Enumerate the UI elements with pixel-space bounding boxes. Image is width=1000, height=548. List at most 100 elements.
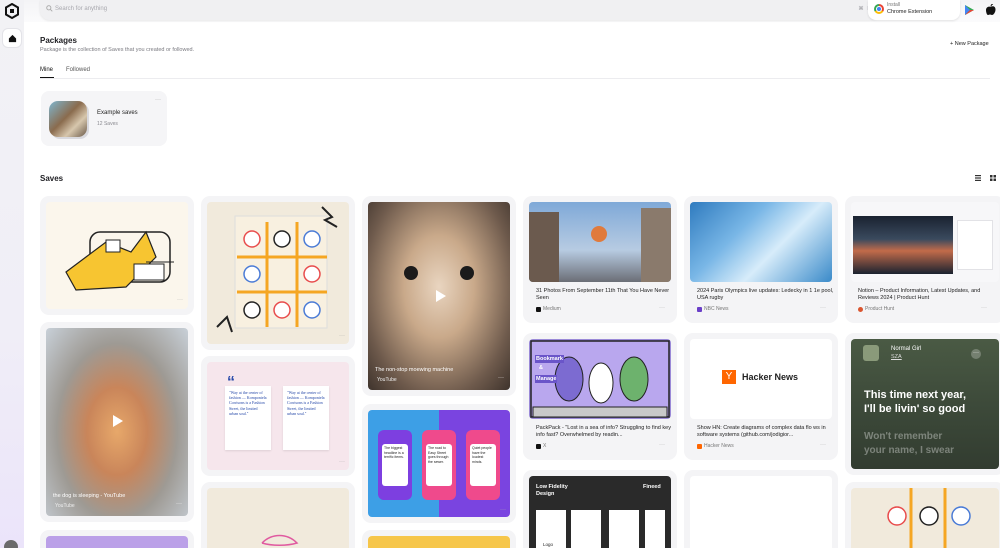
grid-view-icon[interactable] bbox=[990, 175, 996, 181]
album-art bbox=[863, 345, 879, 361]
package-card[interactable]: Example saves 12 Saves ··· bbox=[41, 91, 167, 146]
search-bar[interactable]: Search for anything ⌘ K bbox=[40, 0, 880, 20]
chrome-icon bbox=[874, 4, 884, 14]
save-card-col2-next[interactable] bbox=[201, 482, 355, 548]
save-card-doodles[interactable]: ··· bbox=[201, 196, 355, 350]
card-source-label: Medium bbox=[543, 306, 561, 312]
save-card-col3-next[interactable] bbox=[362, 530, 516, 548]
new-package-button[interactable]: + New Package bbox=[950, 41, 989, 47]
card-more-button[interactable]: ··· bbox=[820, 305, 826, 311]
card-more-button[interactable]: ··· bbox=[500, 507, 506, 513]
home-button[interactable] bbox=[3, 29, 21, 47]
play-icon[interactable] bbox=[433, 289, 447, 303]
phone-text-2: The road to Easy Street goes through the… bbox=[428, 446, 449, 464]
save-card-col5-next[interactable] bbox=[684, 470, 838, 548]
cat-eye-right bbox=[460, 266, 474, 280]
tab-followed[interactable]: Followed bbox=[66, 67, 90, 73]
packages-title: Packages bbox=[40, 36, 77, 45]
home-icon bbox=[8, 34, 16, 42]
package-count: 12 Saves bbox=[97, 121, 118, 127]
lowfi-thumbnail: Low Fidelity Design Fineed Logo bbox=[529, 476, 671, 548]
save-card-song-lyrics[interactable]: Normal Girl SZA ··· This time next year,… bbox=[845, 333, 1000, 475]
save-card-notion[interactable]: Notion – Product Information, Latest Upd… bbox=[845, 196, 1000, 323]
save-card-lowfi-design[interactable]: Low Fidelity Design Fineed Logo bbox=[523, 470, 677, 548]
user-avatar[interactable] bbox=[4, 540, 18, 548]
card-more-button[interactable]: ··· bbox=[339, 459, 345, 465]
save-card-september-11[interactable]: 31 Photos From September 11th That You H… bbox=[523, 196, 677, 323]
save-card-quotes[interactable]: “ "Way at the center of fashion — Kompon… bbox=[201, 356, 355, 476]
doodles-illustration bbox=[207, 202, 349, 344]
card-more-button[interactable]: ··· bbox=[659, 442, 665, 448]
comic-bookmark-label: Bookmark bbox=[535, 355, 564, 363]
card-source-label: Product Hunt bbox=[865, 306, 895, 312]
save-card-dog-video[interactable]: the dog is sleeping - YouTube YouTube ··… bbox=[40, 322, 194, 522]
search-icon bbox=[46, 5, 53, 12]
list-view-icon[interactable] bbox=[975, 175, 981, 181]
card-source-label: X bbox=[543, 443, 547, 449]
phone-mockup-3: Quiet people have the loudest minds. bbox=[466, 430, 500, 500]
card-more-button[interactable]: ··· bbox=[659, 305, 665, 311]
lyrics-thumbnail: Normal Girl SZA ··· This time next year,… bbox=[851, 339, 999, 469]
x-icon bbox=[536, 443, 541, 449]
hacker-news-wordmark: Hacker News bbox=[742, 372, 799, 382]
google-play-icon[interactable] bbox=[964, 4, 975, 16]
lowfi-logo-label: Logo bbox=[543, 542, 554, 547]
swimmer-thumbnail bbox=[690, 202, 832, 282]
card-more-button[interactable]: ··· bbox=[177, 297, 183, 303]
song-title: Normal Girl bbox=[891, 346, 922, 352]
card-source: X bbox=[536, 443, 546, 449]
quote-text-left: "Way at the center of fashion — Komponie… bbox=[229, 390, 267, 416]
card-more-button[interactable]: ··· bbox=[981, 305, 987, 311]
song-artist: SZA bbox=[891, 354, 902, 360]
install-extension-button[interactable]: Install Chrome Extension bbox=[868, 0, 960, 20]
card-thumbnail bbox=[207, 488, 349, 548]
save-card-col6-next[interactable] bbox=[845, 482, 1000, 548]
lyric-line-1: This time next year, bbox=[864, 389, 967, 401]
save-card-sofa-illustration[interactable]: ··· bbox=[40, 196, 194, 315]
card-source-label: NBC News bbox=[704, 306, 729, 312]
quote-text-right: "Way at the center of fashion — Komponie… bbox=[287, 390, 325, 416]
card-source: Product Hunt bbox=[858, 306, 894, 312]
quote-card-left: "Way at the center of fashion — Komponie… bbox=[225, 386, 271, 450]
extension-line1: Install bbox=[887, 2, 901, 8]
play-icon[interactable] bbox=[110, 414, 124, 428]
package-more-button[interactable]: ··· bbox=[155, 97, 161, 103]
card-source-label: Hacker News bbox=[704, 443, 734, 449]
card-source-label: YouTube bbox=[55, 503, 75, 509]
save-card-show-hn[interactable]: Y Hacker News Show HN: Create diagrams o… bbox=[684, 333, 838, 460]
save-card-phone-mockups[interactable]: The biggest headline is a terrific items… bbox=[362, 404, 516, 523]
extension-line2: Chrome Extension bbox=[887, 9, 933, 15]
apple-icon[interactable] bbox=[986, 4, 996, 16]
comic-amp-label: & bbox=[539, 365, 543, 371]
card-source-label: YouTube bbox=[377, 377, 397, 383]
card-more-button[interactable]: ··· bbox=[339, 333, 345, 339]
left-rail bbox=[0, 0, 24, 548]
product-hunt-icon bbox=[858, 306, 863, 312]
tab-mine[interactable]: Mine bbox=[40, 67, 53, 73]
comic-thumbnail: Bookmark & Manage bbox=[529, 339, 671, 419]
save-card-olympics[interactable]: 2024 Paris Olympics live updates: Ledeck… bbox=[684, 196, 838, 323]
card-source: YouTube bbox=[375, 377, 397, 383]
card-source: NBC News bbox=[697, 306, 728, 312]
card-title: The non-stop moewing machine bbox=[375, 367, 454, 373]
card-more-button[interactable]: ··· bbox=[176, 501, 182, 507]
notion-thumbnail bbox=[851, 202, 999, 282]
sofa-drawing bbox=[65, 230, 174, 291]
card-title: 2024 Paris Olympics live updates: Ledeck… bbox=[697, 288, 834, 302]
card-source: Medium bbox=[536, 306, 561, 312]
cat-eye-left bbox=[404, 266, 418, 280]
card-title: the dog is sleeping - YouTube bbox=[53, 493, 126, 499]
card-more-button[interactable]: ··· bbox=[820, 442, 826, 448]
hacker-news-icon bbox=[697, 443, 702, 449]
card-more-button[interactable]: ··· bbox=[498, 375, 504, 381]
package-thumbnail bbox=[49, 101, 87, 137]
card-title: PackPack - "Lost in a sea of info? Strug… bbox=[536, 425, 671, 439]
save-card-col1-next[interactable] bbox=[40, 530, 194, 548]
lyric-line-2: I'll be livin' so good bbox=[864, 403, 966, 415]
card-title: Notion – Product Information, Latest Upd… bbox=[858, 288, 981, 302]
app-logo-icon[interactable] bbox=[4, 3, 20, 19]
song-more-button[interactable]: ··· bbox=[971, 349, 981, 359]
save-card-packpack-tweet[interactable]: Bookmark & Manage PackPack - "Lost in a … bbox=[523, 333, 677, 460]
card-title: Show HN: Create diagrams of complex data… bbox=[697, 425, 826, 439]
save-card-cat-video[interactable]: The non-stop moewing machine YouTube ··· bbox=[362, 196, 516, 396]
